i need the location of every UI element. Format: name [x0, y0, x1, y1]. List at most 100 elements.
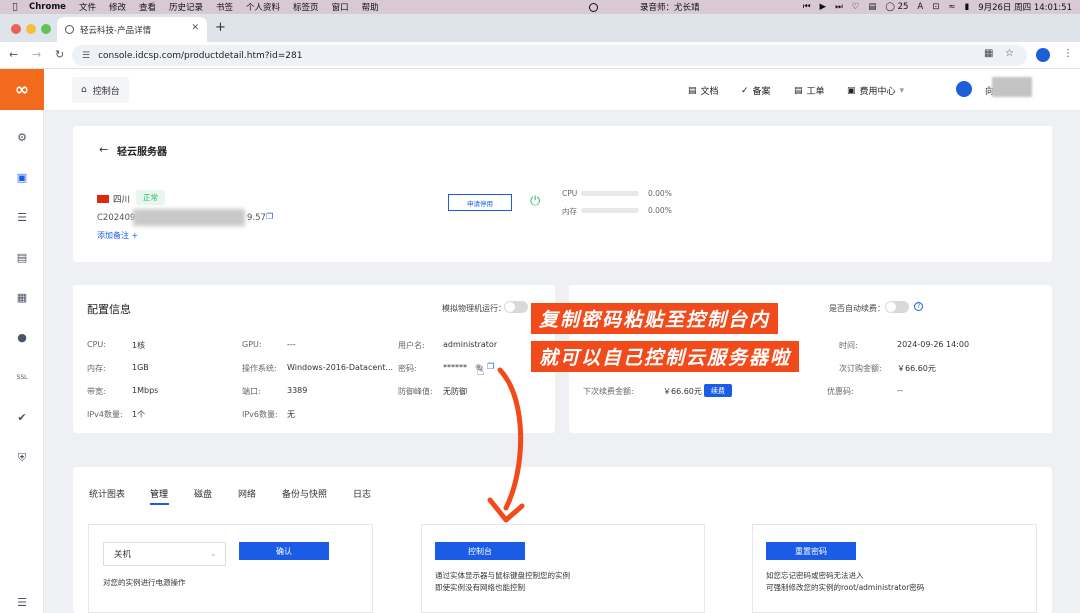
confirm-button[interactable]: 确认 — [239, 542, 329, 560]
bandwidth-key: 带宽: — [87, 387, 106, 396]
port-key: 端口: — [242, 387, 261, 396]
notification-count: 25 — [897, 2, 909, 12]
ssl-icon[interactable]: SSL — [15, 371, 29, 385]
shield-check-icon[interactable]: ✔ — [15, 411, 29, 425]
heart-icon[interactable]: ♡ — [852, 2, 860, 12]
console-home-button[interactable]: ⌂ 控制台 — [72, 77, 129, 103]
username-key: 用户名: — [398, 341, 425, 350]
apple-icon[interactable]:  — [10, 2, 20, 12]
menu-toggle-icon[interactable]: ☰ — [15, 596, 29, 610]
help-icon[interactable]: ? — [914, 302, 923, 311]
renew-button[interactable]: 续费 — [704, 384, 732, 397]
shield-icon[interactable]: ⛨ — [15, 451, 29, 465]
menu-window[interactable]: 窗口 — [332, 1, 349, 13]
prev-track-icon[interactable]: ⏮ — [803, 2, 811, 12]
status-badge: 正常 — [136, 190, 165, 205]
next-track-icon[interactable]: ⏭ — [835, 2, 843, 12]
menu-help[interactable]: 帮助 — [362, 1, 379, 13]
wifi-icon[interactable]: ≈ — [948, 2, 955, 12]
close-window-button[interactable] — [11, 24, 21, 34]
order-amount-key: 次订购金额: — [839, 364, 882, 373]
tab-log[interactable]: 日志 — [353, 487, 371, 500]
wallet-icon: ▣ — [847, 85, 856, 96]
tab-disk[interactable]: 磁盘 — [194, 487, 212, 500]
tab-network[interactable]: 网络 — [238, 487, 256, 500]
auto-renew-label: 是否自动续费： — [829, 304, 885, 313]
memory-value: 0.00% — [648, 206, 672, 215]
control-icon[interactable]: ⊡ — [932, 2, 939, 12]
record-icon[interactable] — [589, 2, 598, 12]
china-flag-icon — [97, 195, 109, 203]
maximize-window-button[interactable] — [41, 24, 51, 34]
auto-renew-toggle[interactable] — [885, 301, 909, 313]
close-tab-icon[interactable]: ✕ — [191, 23, 199, 33]
doc-icon: ▤ — [688, 85, 697, 96]
minimize-window-button[interactable] — [26, 24, 36, 34]
bookmark-star-icon[interactable]: ☆ — [1005, 48, 1014, 59]
nav-filing[interactable]: ✓ 备案 — [741, 84, 771, 98]
url-input[interactable]: ☰ console.idcsp.com/productdetail.htm?id… — [72, 45, 1027, 66]
server-icon[interactable]: ▣ — [15, 171, 29, 185]
user-avatar[interactable] — [956, 81, 972, 97]
console-button[interactable]: 控制台 — [435, 542, 525, 560]
menu-tabs[interactable]: 标签页 — [293, 1, 319, 13]
tab-stats[interactable]: 统计图表 — [89, 487, 125, 500]
nav-docs[interactable]: ▤ 文档 — [688, 84, 719, 98]
memory-label: 内存 — [562, 207, 577, 216]
translate-icon[interactable]: ▦ — [984, 48, 993, 59]
order-amount-val: ￥66.60元 — [897, 364, 936, 373]
password-key: 密码: — [398, 364, 417, 373]
nav-ticket[interactable]: ▤ 工单 — [794, 84, 825, 98]
console-desc-1: 通过实体显示器与鼠标键盘控制您的实例 — [435, 571, 570, 580]
browser-tab-active[interactable]: 轻云科技-产品详情 ✕ — [57, 17, 207, 42]
brand-logo[interactable]: ∞ — [0, 69, 44, 110]
os-val: Windows-2016-Datacent... — [287, 363, 394, 372]
play-icon[interactable]: ▶ — [820, 2, 827, 12]
overlay-caption-line2: 就可以自己控制云服务器啦 — [531, 341, 800, 372]
menu-history[interactable]: 历史记录 — [169, 1, 203, 13]
menu-view[interactable]: 查看 — [139, 1, 156, 13]
menu-bookmarks[interactable]: 书签 — [216, 1, 233, 13]
tab-backup[interactable]: 备份与快照 — [282, 487, 327, 500]
add-note-link[interactable]: 添加备注 + — [97, 230, 138, 241]
tab-strip: 轻云科技-产品详情 ✕ + — [0, 14, 1080, 42]
hand-cursor-icon: ☝ — [477, 364, 485, 378]
reload-icon[interactable]: ↻ — [55, 48, 64, 61]
input-method-icon[interactable]: A — [917, 2, 923, 12]
new-tab-button[interactable]: + — [215, 20, 226, 35]
menu-edit[interactable]: 修改 — [109, 1, 126, 13]
back-arrow-icon[interactable]: ← — [99, 143, 108, 156]
memory-val: 1GB — [132, 363, 149, 372]
console-panel: 控制台 通过实体显示器与鼠标键盘控制您的实例 即使实例没有网络也能控制 — [421, 524, 705, 613]
server-settings-icon[interactable]: ▦ — [15, 291, 29, 305]
site-settings-icon[interactable]: ☰ — [82, 51, 90, 61]
reset-password-button[interactable]: 重置密码 — [766, 542, 856, 560]
copy-icon[interactable]: ❐ — [266, 212, 273, 221]
defense-val: 无防御 — [443, 387, 467, 396]
tab-manage[interactable]: 管理 — [150, 487, 168, 500]
sim-physical-toggle[interactable] — [504, 301, 528, 313]
cpu-key: CPU: — [87, 340, 106, 349]
back-arrow-icon[interactable]: ← — [9, 48, 18, 61]
coupon-val: -- — [897, 386, 903, 395]
more-menu-icon[interactable]: ⋮ — [1063, 48, 1073, 59]
battery-icon[interactable]: ▮ — [965, 2, 970, 12]
globe-icon[interactable]: ● — [15, 331, 29, 345]
reset-desc-1: 如您忘记密码或密码无法进入 — [766, 571, 864, 580]
chat-icon[interactable]: ◯ 25 — [885, 2, 908, 12]
nav-billing[interactable]: ▣ 费用中心 ▾ — [847, 84, 904, 98]
gear-icon[interactable]: ⚙ — [15, 131, 29, 145]
power-select[interactable]: 关机 ⌄ — [103, 542, 226, 566]
menu-profile[interactable]: 个人资料 — [246, 1, 280, 13]
document-icon[interactable]: ▤ — [15, 251, 29, 265]
menu-file[interactable]: 文件 — [79, 1, 96, 13]
database-icon[interactable]: ☰ — [15, 211, 29, 225]
apply-stop-button[interactable]: 申请停用 — [448, 194, 512, 211]
power-icon[interactable]: ⏻ — [530, 194, 540, 209]
cpu-label: CPU — [562, 189, 578, 198]
forward-arrow-icon[interactable]: → — [32, 48, 41, 61]
profile-avatar[interactable] — [1036, 48, 1050, 62]
lyrics-icon[interactable]: ▤ — [868, 2, 876, 12]
menu-chrome[interactable]: Chrome — [29, 2, 66, 12]
active-tab-indicator — [150, 503, 169, 505]
